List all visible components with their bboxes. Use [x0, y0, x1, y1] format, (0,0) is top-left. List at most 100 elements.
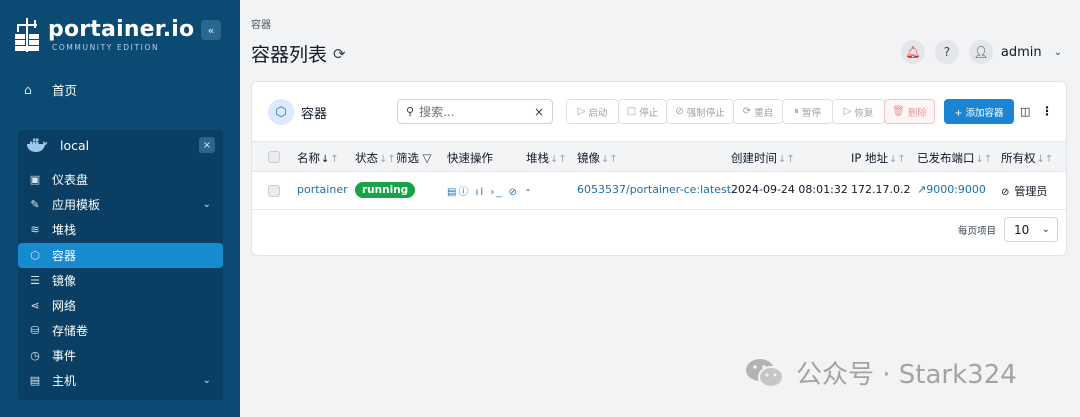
chevron-down-icon[interactable]: ⌄	[1054, 47, 1062, 58]
search-icon: ⚲	[406, 105, 415, 118]
page-title: 容器列表 ⟳	[251, 40, 346, 67]
kill-button[interactable]: ⊘ 强制停止	[666, 99, 734, 124]
column-ports[interactable]: 已发布端口↓↑	[917, 150, 992, 166]
column-quick-actions: 快速操作	[447, 151, 493, 165]
stop-button[interactable]: □ 停止	[618, 99, 667, 124]
sidebar-item-stacks[interactable]: ≋ 堆栈	[18, 217, 223, 242]
sidebar-item-dashboard[interactable]: ▣ 仪表盘	[18, 167, 223, 192]
more-options-icon[interactable]: ⋮	[1041, 104, 1053, 118]
search-placeholder: 搜索...	[419, 105, 455, 119]
column-label: 镜像	[577, 151, 600, 165]
brand-edition: COMMUNITY EDITION	[52, 43, 160, 52]
sidebar-item-home[interactable]: ⌂ 首页	[24, 80, 77, 99]
column-created[interactable]: 创建时间↓↑	[731, 150, 795, 166]
start-label: 启动	[588, 107, 608, 119]
brand[interactable]: portainer.io COMMUNITY EDITION	[14, 16, 194, 54]
row-checkbox[interactable]	[268, 185, 280, 197]
column-label: 创建时间	[731, 151, 777, 165]
ban-icon: ⊘	[675, 106, 684, 117]
refresh-icon[interactable]: ⟳	[333, 45, 346, 63]
stop-icon: □	[626, 106, 637, 117]
restart-button[interactable]: ⟳ 重启	[733, 99, 783, 124]
remove-label: 删除	[907, 107, 927, 119]
close-environment-button[interactable]: ×	[199, 137, 215, 153]
help-icon[interactable]: ?	[934, 40, 959, 64]
chevron-down-icon: ⌄	[1041, 224, 1050, 235]
column-ip[interactable]: IP 地址↓↑	[851, 150, 906, 166]
collapse-sidebar-button[interactable]: «	[201, 20, 221, 40]
state-filter-button[interactable]: 筛选 ▽	[396, 150, 432, 166]
column-state[interactable]: 状态↓↑	[355, 150, 396, 166]
container-icon: ⬡	[30, 249, 40, 262]
table-header: 名称↓↑ 状态↓↑ 筛选 ▽ 快速操作 堆栈↓↑ 镜像↓↑ 创建时间↓↑ IP …	[252, 141, 1066, 172]
sidebar-item-templates[interactable]: ✎ 应用模板 ⌄	[18, 192, 223, 217]
sidebar-item-label: 首页	[52, 83, 78, 98]
card-title: 容器	[301, 107, 328, 122]
environment-panel: local × ▣ 仪表盘 ✎ 应用模板 ⌄ ≋ 堆栈 ⬡ 容器 ☰ 镜像 ⋖ …	[18, 130, 223, 400]
user-icon[interactable]: 👤︎	[968, 40, 993, 64]
column-label: 状态	[355, 151, 378, 165]
column-name[interactable]: 名称↓↑	[297, 150, 339, 166]
kill-label: 强制停止	[686, 107, 725, 119]
sidebar-item-volumes[interactable]: ⛁ 存储卷	[18, 318, 223, 343]
start-button[interactable]: ▷ 启动	[566, 99, 619, 124]
environment-header[interactable]: local	[18, 130, 223, 160]
sidebar-item-events[interactable]: ◷ 事件	[18, 343, 223, 368]
watermark-text: 公众号 · Stark324	[796, 360, 1017, 390]
container-name-link[interactable]: portainer	[297, 183, 348, 196]
sidebar: portainer.io COMMUNITY EDITION « ⌂ 首页 lo…	[0, 0, 240, 417]
page-size-select[interactable]: 10 ⌄	[1004, 217, 1058, 242]
restart-label: 重启	[754, 107, 774, 119]
stop-label: 停止	[639, 107, 659, 119]
breadcrumb[interactable]: 容器	[251, 16, 271, 31]
trash-icon: 🗑︎	[892, 106, 905, 117]
template-icon: ✎	[30, 198, 40, 211]
card-header: ⬡ 容器 ⚲ 搜索... × ▷ 启动 □ 停止 ⊘ 强制停止 ⟳ 重启 ⏸︎ 暂停 ▷ 恢…	[252, 82, 1066, 140]
sidebar-item-networks[interactable]: ⋖ 网络	[18, 293, 223, 318]
select-all-checkbox[interactable]	[268, 151, 280, 163]
pause-button[interactable]: ⏸︎ 暂停	[782, 99, 833, 124]
column-ownership[interactable]: 所有权↓↑	[1001, 150, 1053, 166]
sidebar-item-containers[interactable]: ⬡ 容器	[18, 243, 223, 268]
notification-bell-icon[interactable]: 🔔︎	[900, 40, 925, 64]
brand-name: portainer.io	[48, 17, 195, 42]
container-icon: ⬡	[268, 99, 294, 125]
clear-search-icon[interactable]: ×	[534, 105, 544, 119]
ownership-value: ⊘ 管理员	[1001, 183, 1047, 199]
docker-icon	[27, 138, 48, 152]
user-name[interactable]: admin	[1001, 45, 1042, 60]
columns-icon[interactable]: ◫	[1020, 105, 1030, 118]
column-label: 已发布端口	[917, 151, 975, 165]
dashboard-icon: ▣	[29, 173, 41, 186]
column-stack[interactable]: 堆栈↓↑	[526, 150, 567, 166]
restart-icon: ⟳	[742, 106, 752, 117]
column-image[interactable]: 镜像↓↑	[577, 150, 618, 166]
sidebar-item-label: 应用模板	[52, 198, 101, 212]
sidebar-item-host[interactable]: ▤ 主机 ⌄	[18, 368, 223, 393]
published-port-link[interactable]: ↗9000:9000	[917, 183, 986, 196]
add-container-button[interactable]: + 添加容器	[944, 99, 1014, 124]
page-title-text: 容器列表	[251, 44, 328, 66]
resume-button[interactable]: ▷ 恢复	[832, 99, 885, 124]
home-icon: ⌂	[24, 82, 32, 97]
sidebar-item-images[interactable]: ☰ 镜像	[18, 268, 223, 293]
search-input[interactable]: ⚲ 搜索... ×	[397, 99, 553, 124]
sidebar-item-label: 事件	[52, 349, 77, 363]
chevron-down-icon: ⌄	[202, 199, 211, 210]
wechat-icon	[746, 358, 784, 388]
sidebar-item-label: 主机	[52, 374, 77, 388]
port-value: 9000:9000	[926, 183, 986, 196]
header-actions: 🔔︎ ? 👤︎ admin ⌄	[891, 40, 1062, 64]
pause-label: 暂停	[801, 107, 821, 119]
remove-button[interactable]: 🗑︎ 删除	[884, 99, 935, 124]
sidebar-item-label: 存储卷	[52, 324, 89, 338]
table-row: portainer running ▤ⓘ ıl ›_ ⊘ - 6053537/p…	[252, 172, 1066, 210]
quick-actions-icons[interactable]: ▤ⓘ ıl ›_ ⊘	[447, 183, 519, 198]
resume-label: 恢复	[854, 107, 874, 119]
chevron-down-icon: ⌄	[202, 375, 211, 386]
resume-icon: ▷	[843, 106, 852, 117]
sidebar-item-label: 仪表盘	[52, 173, 89, 187]
play-icon: ▷	[577, 106, 586, 117]
network-icon: ⋖	[30, 299, 40, 312]
image-link[interactable]: 6053537/portainer-ce:latest	[577, 183, 731, 196]
